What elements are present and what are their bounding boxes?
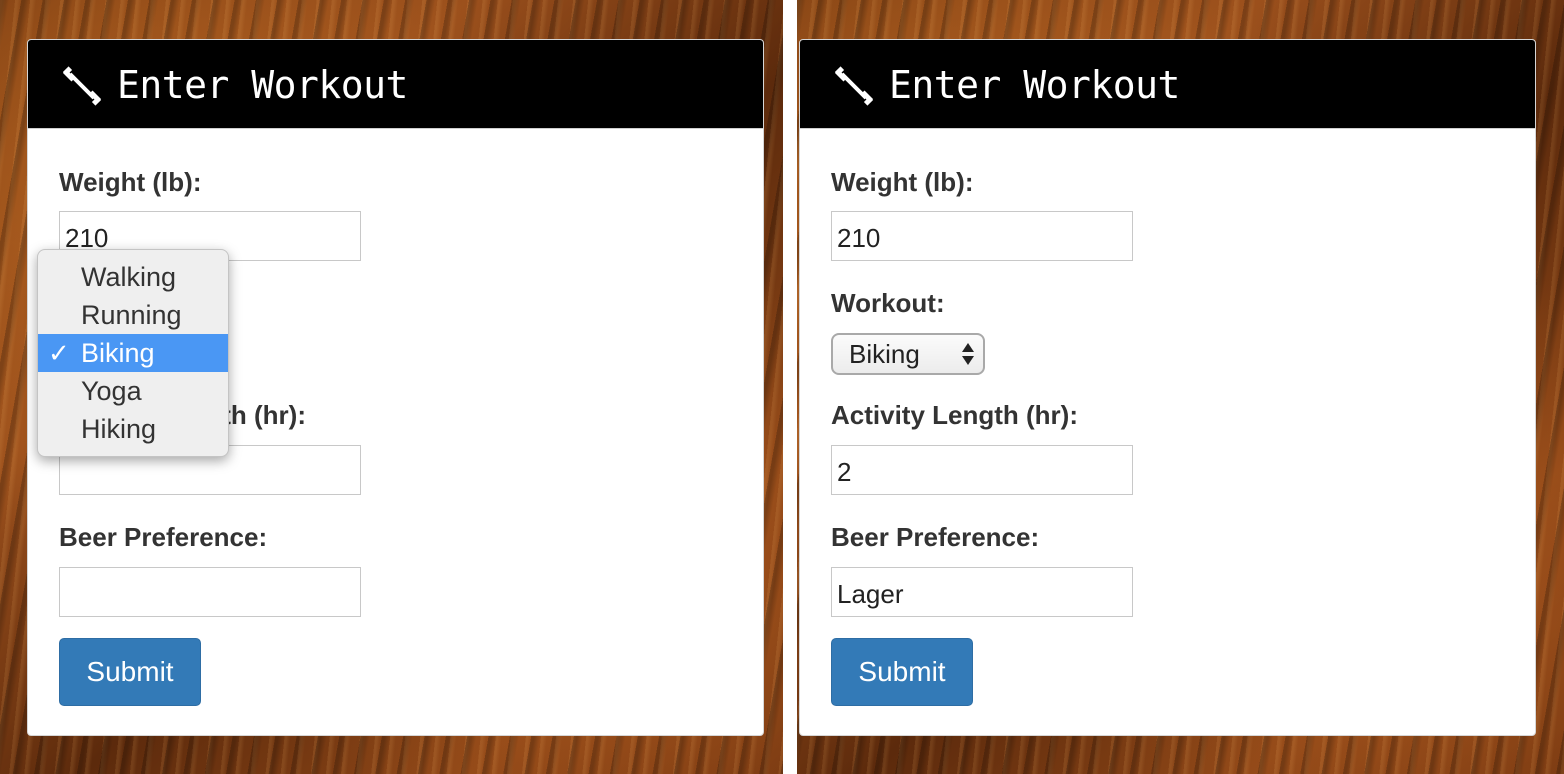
workout-dropdown-menu[interactable]: Walking Running ✓ Biking Yoga Hiking [37, 249, 229, 457]
dumbbell-icon [62, 66, 102, 106]
beer-preference-label: Beer Preference: [59, 522, 268, 552]
activity-length-label: Activity Length (hr): [831, 400, 1078, 430]
submit-button[interactable]: Submit [831, 638, 973, 706]
workout-label: Workout: [831, 288, 945, 318]
dropdown-option-running[interactable]: Running [38, 296, 228, 334]
option-label: Yoga [81, 376, 142, 406]
weight-label: Weight (lb): [59, 167, 202, 197]
weight-label: Weight (lb): [831, 167, 974, 197]
beer-preference-label: Beer Preference: [831, 522, 1040, 552]
weight-input[interactable] [831, 211, 1133, 261]
panel-title: Enter Workout [117, 63, 408, 107]
beer-preference-input[interactable] [59, 567, 361, 617]
workout-form-panel-right: Enter Workout Weight (lb): Workout: Biki… [799, 39, 1536, 736]
panel-title: Enter Workout [889, 63, 1180, 107]
dropdown-option-biking[interactable]: ✓ Biking [38, 334, 228, 372]
dropdown-option-hiking[interactable]: Hiking [38, 410, 228, 448]
panel-header: Enter Workout [28, 40, 763, 129]
divider [783, 0, 797, 774]
up-down-arrows-icon [962, 343, 974, 365]
panel-header: Enter Workout [800, 40, 1535, 129]
submit-button[interactable]: Submit [59, 638, 201, 706]
option-label: Hiking [81, 414, 157, 444]
option-label: Running [81, 300, 182, 330]
checkmark-icon: ✓ [48, 338, 70, 368]
dumbbell-icon [834, 66, 874, 106]
workout-select-value: Biking [849, 339, 920, 369]
beer-preference-input[interactable] [831, 567, 1133, 617]
dropdown-option-walking[interactable]: Walking [38, 258, 228, 296]
option-label: Walking [81, 262, 177, 292]
workout-select[interactable]: Biking [831, 333, 985, 375]
dropdown-option-yoga[interactable]: Yoga [38, 372, 228, 410]
activity-length-input[interactable] [831, 445, 1133, 495]
option-label: Biking [81, 338, 155, 368]
